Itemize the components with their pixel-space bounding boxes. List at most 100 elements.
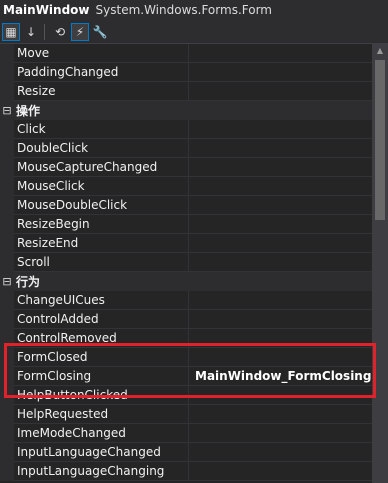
- event-name: ResizeBegin: [14, 215, 189, 234]
- scroll-thumb[interactable]: [375, 60, 385, 220]
- event-name: DoubleClick: [14, 139, 189, 158]
- object-name: MainWindow: [3, 3, 90, 17]
- event-row[interactable]: MouseDoubleClick: [0, 196, 372, 215]
- alphabetical-icon[interactable]: ↓: [22, 23, 40, 41]
- collapse-icon[interactable]: ⊟: [0, 275, 14, 288]
- event-handler-value[interactable]: [189, 443, 372, 462]
- event-handler-value[interactable]: [189, 310, 372, 329]
- event-name: HelpButtonClicked: [14, 386, 189, 405]
- event-row[interactable]: MouseCaptureChanged: [0, 158, 372, 177]
- event-handler-value[interactable]: [189, 329, 372, 348]
- event-row[interactable]: MouseClick: [0, 177, 372, 196]
- event-name: Resize: [14, 82, 189, 101]
- event-handler-value[interactable]: [189, 82, 372, 101]
- event-handler-value[interactable]: [189, 348, 372, 367]
- event-handler-value[interactable]: [189, 139, 372, 158]
- event-name: MouseDoubleClick: [14, 196, 189, 215]
- event-handler-value[interactable]: [189, 63, 372, 82]
- event-name: HelpRequested: [14, 405, 189, 424]
- row-gutter: [0, 462, 14, 481]
- category-row[interactable]: ⊟ 操作: [0, 101, 372, 120]
- property-grid: Move PaddingChanged Resize ⊟ 操作 Click DoubleCl…: [0, 44, 372, 483]
- category-row[interactable]: ⊟ 行为: [0, 272, 372, 291]
- event-name: PaddingChanged: [14, 63, 189, 82]
- object-type[interactable]: System.Windows.Forms.Form: [96, 3, 272, 17]
- event-name: Scroll: [14, 253, 189, 272]
- event-row[interactable]: DoubleClick: [0, 139, 372, 158]
- property-pages-icon[interactable]: 🔧: [91, 23, 109, 41]
- event-handler-value[interactable]: [189, 158, 372, 177]
- event-handler-value[interactable]: [189, 386, 372, 405]
- row-gutter: [0, 424, 14, 443]
- row-gutter: [0, 443, 14, 462]
- event-name: ResizeEnd: [14, 234, 189, 253]
- events-icon[interactable]: ⚡: [71, 22, 89, 41]
- scroll-up-icon[interactable]: ▲: [372, 44, 388, 58]
- row-gutter: [0, 196, 14, 215]
- row-gutter: [0, 329, 14, 348]
- event-row[interactable]: ImeModeChanged: [0, 424, 372, 443]
- event-handler-value[interactable]: [189, 44, 372, 63]
- event-handler-value[interactable]: [189, 405, 372, 424]
- event-handler-value[interactable]: [189, 215, 372, 234]
- event-name: InputLanguageChanged: [14, 443, 189, 462]
- category-label: 操作: [16, 104, 41, 118]
- category-label: 行为: [16, 275, 41, 289]
- row-gutter: [0, 310, 14, 329]
- event-row[interactable]: FormClosed: [0, 348, 372, 367]
- event-handler-value[interactable]: MainWindow_FormClosing: [189, 367, 372, 386]
- row-gutter: [0, 44, 14, 63]
- event-name: Click: [14, 120, 189, 139]
- properties-icon[interactable]: ⟲: [51, 23, 69, 41]
- row-gutter: [0, 253, 14, 272]
- row-gutter: [0, 405, 14, 424]
- event-row[interactable]: Click: [0, 120, 372, 139]
- title-bar: MainWindow System.Windows.Forms.Form: [0, 0, 388, 20]
- event-handler-value[interactable]: [189, 291, 372, 310]
- event-name: ImeModeChanged: [14, 424, 189, 443]
- row-gutter: [0, 177, 14, 196]
- event-handler-value[interactable]: [189, 424, 372, 443]
- event-row[interactable]: ResizeEnd: [0, 234, 372, 253]
- row-gutter: [0, 215, 14, 234]
- categorized-icon[interactable]: ▦: [2, 22, 20, 41]
- event-handler-value[interactable]: [189, 253, 372, 272]
- event-row[interactable]: Scroll: [0, 253, 372, 272]
- properties-toolbar: ▦ ↓ ⟲ ⚡ 🔧: [0, 20, 388, 44]
- toolbar-separator: [44, 23, 45, 40]
- event-name: ChangeUICues: [14, 291, 189, 310]
- event-name: MouseClick: [14, 177, 189, 196]
- row-gutter: [0, 158, 14, 177]
- row-gutter: [0, 367, 14, 386]
- event-name: FormClosed: [14, 348, 189, 367]
- event-row[interactable]: Move: [0, 44, 372, 63]
- row-gutter: [0, 234, 14, 253]
- event-name: MouseCaptureChanged: [14, 158, 189, 177]
- row-gutter: [0, 139, 14, 158]
- event-row[interactable]: ControlRemoved: [0, 329, 372, 348]
- event-name: InputLanguageChanging: [14, 462, 189, 481]
- event-handler-value[interactable]: [189, 177, 372, 196]
- row-gutter: [0, 63, 14, 82]
- collapse-icon[interactable]: ⊟: [0, 104, 14, 117]
- event-name: ControlAdded: [14, 310, 189, 329]
- event-row[interactable]: HelpRequested: [0, 405, 372, 424]
- event-row[interactable]: ResizeBegin: [0, 215, 372, 234]
- row-gutter: [0, 348, 14, 367]
- vertical-scrollbar[interactable]: ▲: [372, 44, 388, 483]
- event-row[interactable]: FormClosing MainWindow_FormClosing: [0, 367, 372, 386]
- event-name: ControlRemoved: [14, 329, 189, 348]
- event-row[interactable]: InputLanguageChanged: [0, 443, 372, 462]
- event-handler-value[interactable]: [189, 462, 372, 481]
- event-row[interactable]: Resize: [0, 82, 372, 101]
- event-row[interactable]: ChangeUICues: [0, 291, 372, 310]
- event-row[interactable]: InputLanguageChanging: [0, 462, 372, 481]
- row-gutter: [0, 120, 14, 139]
- event-handler-value[interactable]: [189, 234, 372, 253]
- event-row[interactable]: ControlAdded: [0, 310, 372, 329]
- event-row[interactable]: HelpButtonClicked: [0, 386, 372, 405]
- event-name: Move: [14, 44, 189, 63]
- event-handler-value[interactable]: [189, 196, 372, 215]
- event-handler-value[interactable]: [189, 120, 372, 139]
- event-row[interactable]: PaddingChanged: [0, 63, 372, 82]
